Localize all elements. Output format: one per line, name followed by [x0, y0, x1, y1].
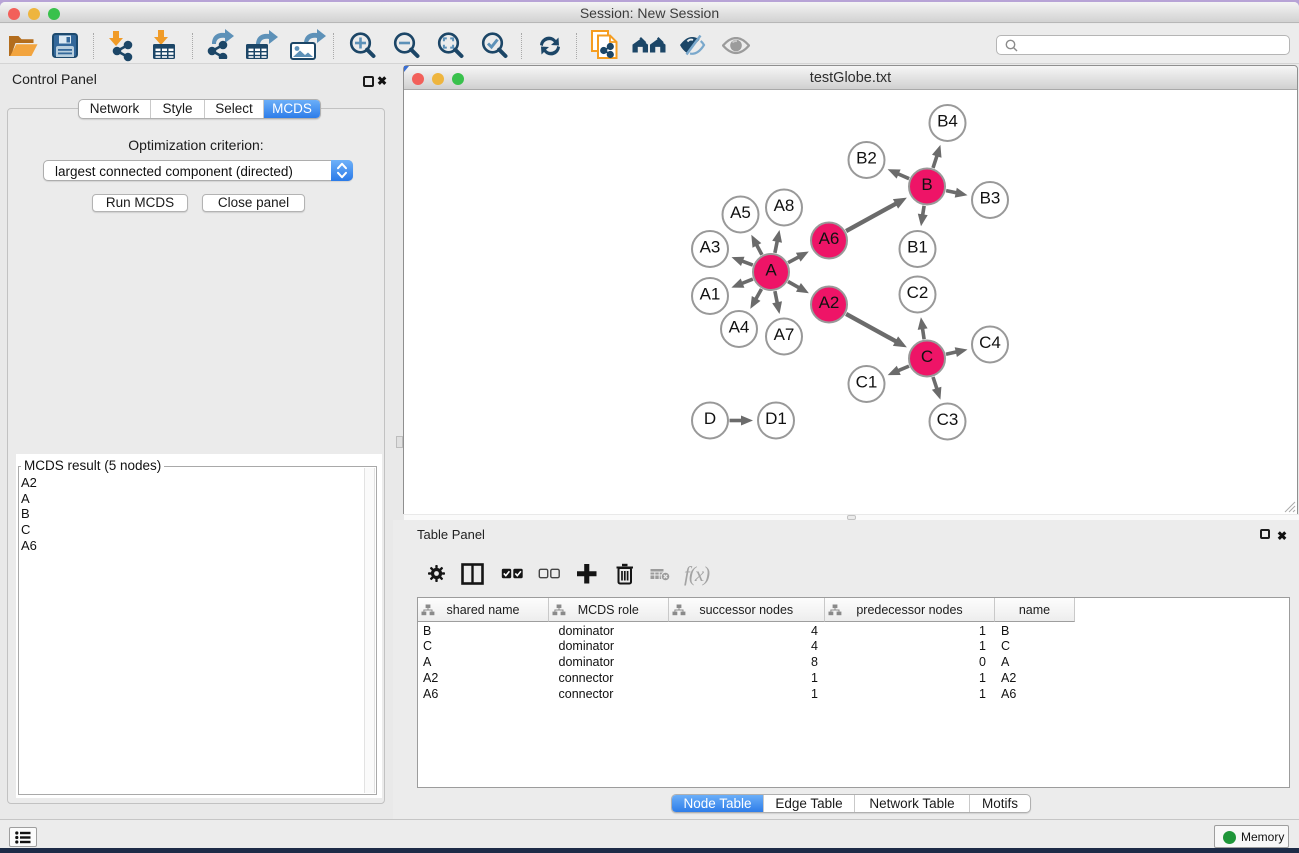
svg-text:D1: D1 — [765, 409, 787, 428]
svg-text:A7: A7 — [774, 325, 795, 344]
svg-text:A4: A4 — [729, 318, 750, 337]
svg-text:A6: A6 — [819, 229, 840, 248]
svg-text:C2: C2 — [907, 283, 929, 302]
svg-text:D: D — [704, 409, 716, 428]
svg-text:B3: B3 — [980, 189, 1001, 208]
svg-text:B2: B2 — [856, 149, 877, 168]
svg-text:C: C — [921, 347, 933, 366]
svg-text:A5: A5 — [730, 203, 751, 222]
svg-text:A: A — [765, 261, 777, 280]
svg-text:B1: B1 — [907, 238, 928, 257]
svg-text:A8: A8 — [774, 196, 795, 215]
svg-text:B4: B4 — [937, 112, 958, 131]
svg-text:A2: A2 — [819, 293, 840, 312]
svg-text:C4: C4 — [979, 333, 1001, 352]
svg-text:C1: C1 — [856, 373, 878, 392]
svg-text:A1: A1 — [700, 285, 721, 304]
svg-text:C3: C3 — [937, 410, 959, 429]
svg-text:B: B — [921, 175, 932, 194]
svg-text:A3: A3 — [700, 238, 721, 257]
